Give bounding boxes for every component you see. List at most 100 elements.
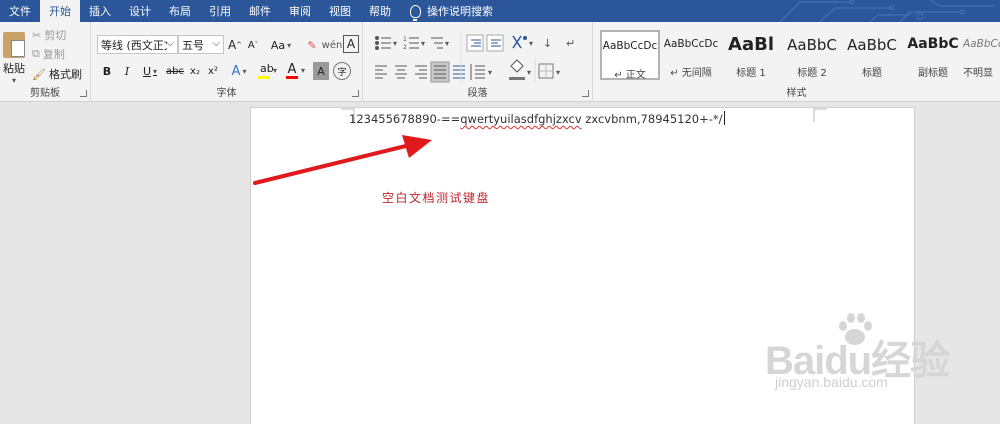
- show-marks-icon: ↵: [566, 37, 575, 50]
- highlight-color-button[interactable]: ab: [255, 60, 279, 80]
- font-color-letter: A: [287, 61, 297, 77]
- paintbrush-icon: 🖌: [32, 67, 46, 81]
- style-heading-1[interactable]: AaBl 标题 1: [721, 30, 781, 80]
- font-name-value: 等线 (西文正文: [101, 38, 167, 52]
- shrink-font-button[interactable]: Aˇ: [245, 36, 261, 54]
- clipboard-group-label: 剪贴板: [30, 88, 60, 99]
- svg-text:1: 1: [403, 36, 407, 43]
- tab-mailings[interactable]: 邮件: [240, 0, 280, 22]
- underline-label: U: [142, 64, 152, 78]
- font-color-swatch: [285, 75, 298, 79]
- tab-references[interactable]: 引用: [200, 0, 240, 22]
- style-sample: AaBbCcDc: [663, 38, 719, 50]
- grow-font-label: A: [227, 38, 237, 52]
- style-sample: AaBl: [728, 34, 774, 55]
- chevron-down-icon: ⌵: [212, 38, 220, 49]
- svg-text:▾: ▾: [529, 39, 533, 48]
- paste-label: 粘贴: [3, 62, 25, 75]
- italic-button[interactable]: I: [119, 62, 135, 80]
- paragraph-group-label: 段落: [467, 88, 488, 99]
- tell-me-search[interactable]: 操作说明搜索: [400, 0, 493, 22]
- change-case-button[interactable]: Aa: [268, 36, 294, 54]
- distributed-icon: [453, 65, 465, 79]
- tab-insert[interactable]: 插入: [80, 0, 120, 22]
- style-sample: AaBbC: [907, 36, 959, 52]
- styles-group: AaBbCcDc ↵ 正文 AaBbCcDc ↵ 无间隔 AaBl 标题 1 A…: [593, 22, 1000, 102]
- bold-button[interactable]: B: [99, 62, 115, 80]
- circuit-pattern-decoration: [779, 0, 995, 22]
- style-title[interactable]: AaBbC 标题: [842, 30, 902, 80]
- svg-text:▾: ▾: [527, 68, 531, 77]
- tab-view[interactable]: 视图: [320, 0, 360, 22]
- scissors-icon: ✂: [32, 28, 42, 42]
- tab-review[interactable]: 审阅: [280, 0, 320, 22]
- justify-selected-bg: [430, 61, 450, 83]
- superscript-button[interactable]: x²: [205, 62, 221, 80]
- numbering-icon: 12: [403, 36, 419, 51]
- font-color-button[interactable]: A: [283, 60, 307, 80]
- style-name: 不明显: [963, 68, 993, 79]
- copy-label: 复制: [42, 48, 65, 61]
- font-color-icon: A: [285, 62, 299, 79]
- enclose-characters-icon[interactable]: 字: [333, 62, 351, 80]
- format-painter-button[interactable]: 🖌 格式刷: [32, 66, 82, 82]
- style-subtle-emphasis[interactable]: AaBbCcI 不明显: [963, 30, 1000, 80]
- paste-icon: [3, 32, 25, 58]
- tab-file[interactable]: 文件: [0, 0, 40, 22]
- font-size-value: 五号: [182, 38, 204, 52]
- align-right-icon: [415, 65, 427, 79]
- style-name: 标题 1: [736, 68, 766, 79]
- font-launcher-icon[interactable]: [352, 90, 359, 97]
- paste-button[interactable]: 粘贴 ▾: [0, 26, 28, 86]
- underline-button[interactable]: U: [139, 62, 161, 80]
- svg-text:▾: ▾: [488, 68, 492, 77]
- tab-help[interactable]: 帮助: [360, 0, 400, 22]
- svg-text:▾: ▾: [393, 39, 397, 48]
- grow-font-button[interactable]: A ^: [227, 36, 243, 54]
- paragraph-group: ▾ 12 ▾ ▾ ▾ ↓ ↵ ▾ ▾ ▾ 段落: [363, 22, 593, 102]
- svg-text:▾: ▾: [445, 39, 449, 48]
- phonetic-guide-icon[interactable]: wén: [322, 36, 343, 54]
- tab-design[interactable]: 设计: [120, 0, 160, 22]
- lightbulb-icon: [410, 4, 421, 21]
- highlight-color-swatch: [257, 75, 270, 79]
- style-name: ↵ 正文: [614, 70, 646, 81]
- font-group-label: 字体: [216, 88, 237, 99]
- tell-me-label: 操作说明搜索: [427, 5, 493, 18]
- bullets-icon: [375, 36, 391, 50]
- style-sample: AaBbC: [847, 36, 897, 54]
- copy-button[interactable]: ⧉ 复制: [32, 46, 65, 62]
- character-shading-icon[interactable]: A: [313, 62, 329, 80]
- align-center-icon: [395, 65, 407, 79]
- cut-button[interactable]: ✂ 剪切: [32, 27, 66, 43]
- style-heading-2[interactable]: AaBbC 标题 2: [782, 30, 842, 80]
- style-sample: AaBbCcI: [963, 38, 1000, 50]
- text-effects-button[interactable]: A: [227, 62, 251, 80]
- clear-formatting-icon[interactable]: ✎: [303, 36, 321, 54]
- tab-home[interactable]: 开始: [40, 0, 80, 22]
- character-border-icon[interactable]: A: [343, 35, 359, 53]
- style-subtitle[interactable]: AaBbC 副标题: [903, 30, 963, 80]
- style-sample: AaBbCcDc: [602, 40, 658, 52]
- style-normal[interactable]: AaBbCcDc ↵ 正文: [600, 30, 660, 81]
- copy-icon: ⧉: [32, 47, 40, 60]
- shrink-font-label: A: [247, 39, 255, 51]
- clipboard-launcher-icon[interactable]: [80, 90, 87, 97]
- multilevel-list-icon: [431, 37, 443, 49]
- strikethrough-button[interactable]: abc: [165, 62, 185, 80]
- font-group: 等线 (西文正文 ⌵ 五号 ⌵ A^ Aˇ Aa ✎ wén A B I U a…: [91, 22, 363, 102]
- style-name: 副标题: [918, 68, 948, 79]
- chinese-layout-icon: [512, 35, 527, 49]
- style-no-spacing[interactable]: AaBbCcDc ↵ 无间隔: [661, 30, 721, 80]
- font-name-dropdown[interactable]: 等线 (西文正文 ⌵: [97, 35, 178, 54]
- svg-text:2: 2: [403, 44, 407, 51]
- subscript-button[interactable]: x₂: [187, 62, 203, 80]
- tab-layout[interactable]: 布局: [160, 0, 200, 22]
- shading-icon: [510, 59, 524, 73]
- font-size-dropdown[interactable]: 五号 ⌵: [178, 35, 224, 54]
- styles-group-label: 样式: [786, 88, 807, 99]
- clipboard-group: 粘贴 ▾ ✂ 剪切 ⧉ 复制 🖌 格式刷 剪贴板: [0, 22, 91, 102]
- style-name: ↵ 无间隔: [670, 68, 712, 79]
- svg-text:▾: ▾: [421, 39, 425, 48]
- paragraph-launcher-icon[interactable]: [582, 90, 589, 97]
